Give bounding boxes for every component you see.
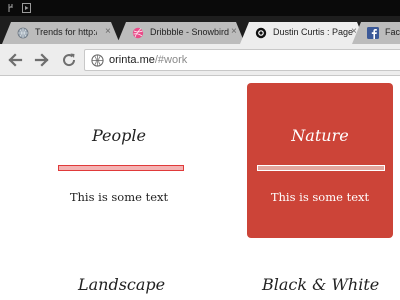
- card-text: This is some text: [69, 190, 169, 204]
- play-store-icon: [22, 3, 31, 13]
- card-text: This is some text: [270, 190, 370, 204]
- card-divider: [58, 165, 184, 171]
- address-bar[interactable]: orinta.me/#work: [84, 49, 400, 71]
- status-bar: [0, 0, 400, 16]
- card-title: People: [92, 126, 146, 145]
- globe-icon: [17, 27, 29, 39]
- url-domain: orinta.me: [109, 54, 155, 66]
- tab-trends[interactable]: Trends for http:// ×: [2, 22, 120, 44]
- facebook-icon: [367, 27, 379, 39]
- phone-usb-icon: [8, 4, 13, 12]
- tab-dustin-curtis[interactable]: Dustin Curtis : Page ×: [240, 22, 366, 44]
- card-title: Nature: [291, 126, 349, 145]
- svbtle-icon: [255, 27, 267, 39]
- section-title-landscape[interactable]: Landscape: [78, 275, 165, 294]
- tab-dribbble[interactable]: Dribbble - Snowbird ×: [117, 22, 245, 44]
- forward-arrow-icon[interactable]: [33, 51, 51, 69]
- tab-close-icon[interactable]: ×: [105, 26, 111, 38]
- tab-title: Dribbble - Snowbird: [150, 27, 230, 37]
- dribbble-icon: [132, 27, 144, 39]
- browser-toolbar: orinta.me/#work: [0, 44, 400, 76]
- tab-title: Trends for http://: [35, 27, 97, 37]
- reload-icon[interactable]: [60, 51, 78, 69]
- url-path: /#work: [154, 54, 188, 66]
- page-content: People This is some text Nature This is …: [0, 77, 400, 300]
- card-people[interactable]: People This is some text: [46, 83, 192, 238]
- globe-icon: [91, 54, 104, 67]
- back-arrow-icon[interactable]: [6, 51, 24, 69]
- tab-title: Face: [385, 27, 400, 37]
- card-divider: [257, 165, 385, 171]
- tab-close-icon[interactable]: ×: [231, 26, 237, 38]
- url-text: orinta.me/#work: [109, 54, 187, 66]
- tab-title: Dustin Curtis : Page: [273, 27, 353, 37]
- tab-strip: Trends for http:// × Dribbble - Snowbird…: [0, 16, 400, 44]
- section-title-black-white[interactable]: Black & White: [262, 275, 379, 294]
- card-nature[interactable]: Nature This is some text: [247, 83, 393, 238]
- tab-facebook[interactable]: Face: [352, 22, 400, 44]
